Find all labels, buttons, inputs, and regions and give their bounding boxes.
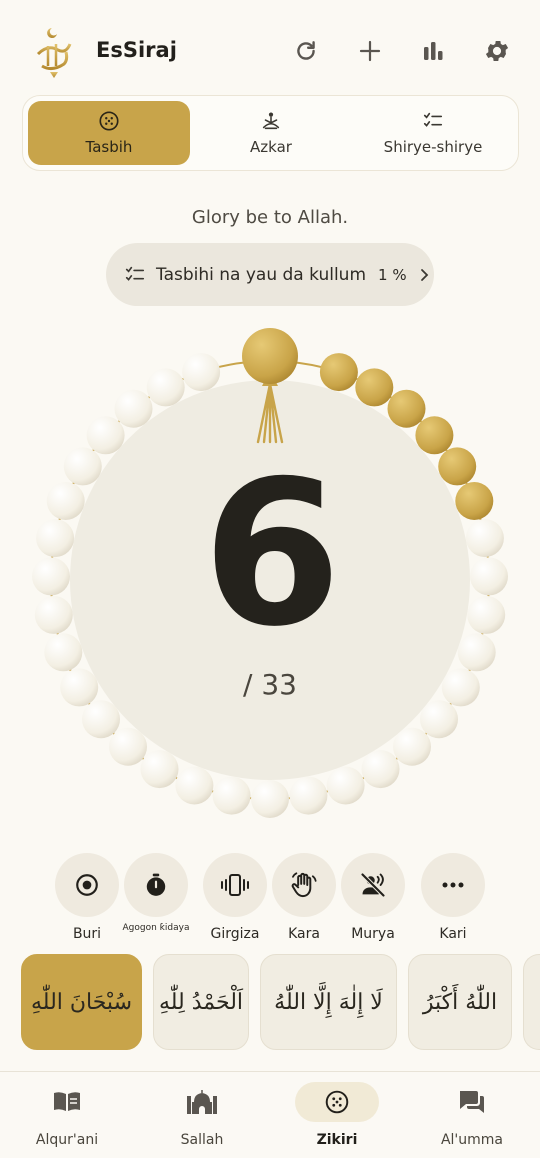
tab-shirye-label: Shirye-shirye — [383, 138, 483, 156]
app-header: EsSiraj — [0, 0, 540, 100]
nav-zikiri[interactable]: Zikiri — [277, 1082, 397, 1148]
meditation-icon — [262, 112, 280, 130]
tab-azkar[interactable]: Azkar — [191, 101, 351, 165]
more-icon — [442, 882, 464, 888]
plus-icon — [359, 40, 381, 62]
dhikr-translation: Glory be to Allah. — [191, 207, 349, 228]
bead — [361, 750, 400, 789]
nav-alumma-label: Al'umma — [440, 1132, 504, 1148]
chat-icon — [460, 1091, 484, 1113]
control-agogon-kidaya[interactable]: Agogon ƙidaya — [121, 853, 191, 933]
settings-button[interactable] — [480, 34, 514, 68]
prayer-beads-icon — [99, 111, 119, 131]
bead — [114, 389, 153, 428]
control-girgiza[interactable]: Girgiza — [200, 853, 270, 942]
control-kari-label: Kari — [439, 926, 467, 942]
bead — [140, 750, 179, 789]
progress-percent: 1 % — [378, 265, 407, 284]
refresh-icon — [297, 41, 315, 60]
voice-off-icon — [360, 872, 386, 898]
nav-sallah-label: Sallah — [180, 1132, 224, 1148]
target-icon — [76, 874, 98, 896]
dhikr-card-alhamdulillah[interactable]: اَلْحَمْدُ لِلّٰهِ — [153, 954, 249, 1050]
bead — [289, 776, 328, 815]
count-display: 6 — [202, 438, 341, 671]
add-button[interactable] — [353, 34, 387, 68]
prayer-beads-icon — [325, 1090, 349, 1114]
stats-button[interactable] — [416, 34, 450, 68]
dhikr-card-partial[interactable] — [523, 954, 540, 1050]
checklist-icon — [423, 112, 443, 127]
mode-tabs: Tasbih Azkar Shirye-shirye — [22, 95, 519, 171]
bead — [82, 700, 120, 739]
bead — [251, 780, 289, 818]
app-title: EsSiraj — [96, 38, 177, 62]
hand-wave-icon — [291, 872, 317, 898]
tab-tasbih-label: Tasbih — [85, 138, 133, 156]
control-girgiza-label: Girgiza — [210, 926, 260, 942]
bead — [86, 416, 125, 455]
control-kara[interactable]: Kara — [269, 853, 339, 942]
bead — [420, 700, 458, 739]
tab-shirye-shirye[interactable]: Shirye-shirye — [353, 101, 513, 165]
stopwatch-icon — [146, 873, 166, 896]
bead-counted — [355, 368, 394, 407]
control-buri[interactable]: Buri — [52, 853, 122, 942]
bead — [109, 727, 147, 766]
control-kara-label: Kara — [288, 926, 320, 942]
nav-alumma[interactable]: Al'umma — [412, 1082, 532, 1148]
gear-icon — [485, 40, 509, 62]
bead — [182, 353, 221, 392]
nav-alqurani-label: Alqur'ani — [35, 1132, 99, 1148]
progress-label: Tasbihi na yau da kullum — [156, 264, 367, 285]
tab-azkar-label: Azkar — [250, 138, 292, 156]
bead — [175, 766, 214, 805]
chevron-right-icon — [420, 268, 428, 281]
bead — [393, 727, 431, 766]
checklist-icon — [125, 266, 145, 281]
control-buri-label: Buri — [72, 926, 102, 942]
tab-tasbih[interactable]: Tasbih — [28, 101, 190, 165]
dhikr-card-subhanallah[interactable]: سُبْحَانَ اللّٰهِ — [21, 954, 142, 1050]
bead — [326, 766, 365, 805]
nav-sallah[interactable]: Sallah — [142, 1082, 262, 1148]
mosque-icon — [187, 1090, 217, 1114]
bead-counted — [387, 389, 426, 428]
control-kari[interactable]: Kari — [418, 853, 488, 942]
bead-counted — [319, 353, 358, 392]
bottom-navigation: Alqur'ani Sallah Zikiri Al'umma — [0, 1071, 540, 1158]
vibrate-icon — [221, 874, 249, 896]
bar-chart-icon — [424, 42, 443, 60]
dhikr-card-allahu-akbar[interactable]: اللّٰهُ أَكْبَرُ — [408, 954, 512, 1050]
dhikr-card-la-ilaha-illallah[interactable]: لَا إِلٰهَ إِلَّا اللّٰهُ — [260, 954, 397, 1050]
bead — [212, 776, 251, 815]
book-icon — [54, 1092, 80, 1111]
control-murya[interactable]: Murya — [338, 853, 408, 942]
control-agogon-label: Agogon ƙidaya — [122, 923, 190, 933]
refresh-button[interactable] — [289, 34, 323, 68]
essiraj-logo — [36, 28, 72, 78]
control-murya-label: Murya — [351, 926, 395, 942]
nav-zikiri-label: Zikiri — [316, 1132, 358, 1148]
bead-counted — [415, 416, 454, 455]
count-target: / 33 — [243, 668, 297, 701]
nav-alqurani[interactable]: Alqur'ani — [7, 1082, 127, 1148]
daily-tasbih-progress[interactable]: Tasbihi na yau da kullum 1 % — [106, 243, 434, 306]
bead — [146, 368, 185, 407]
